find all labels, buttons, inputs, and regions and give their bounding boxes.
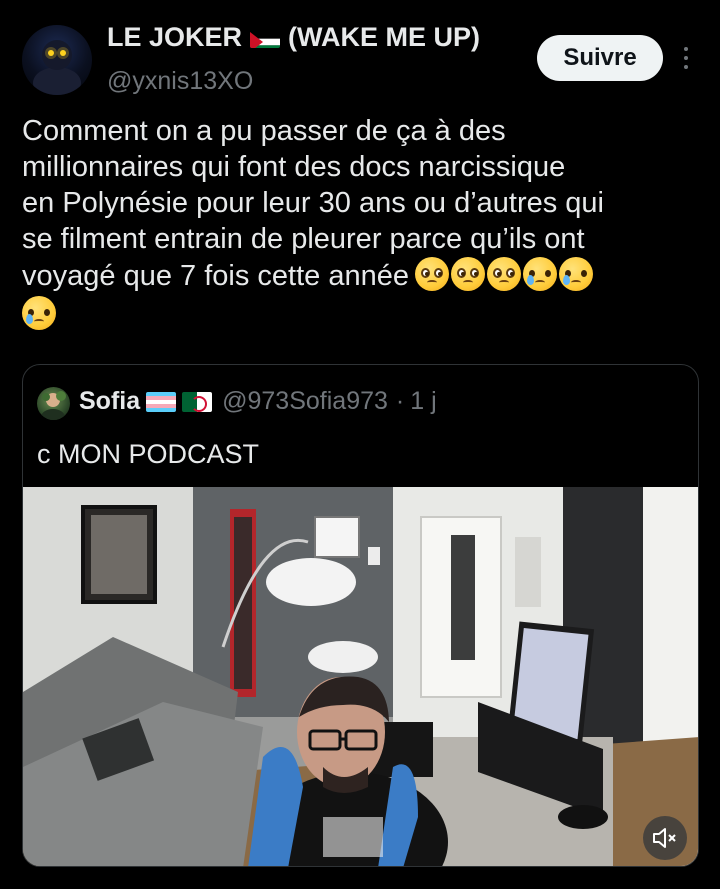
- quoted-author: Sofia @973Sofia973 · 1 j: [79, 387, 437, 416]
- follow-button[interactable]: Suivre: [537, 35, 663, 81]
- quoted-post-text: c MON PODCAST: [37, 439, 260, 469]
- algeria-flag-icon: [182, 391, 213, 412]
- post-line-emojis: voyagé que 7 fois cette année: [22, 257, 702, 294]
- pleading-face-icon: [486, 257, 521, 291]
- tweet-view: LE JOKER (WAKE ME UP) @yxnis13XO Suivre …: [0, 0, 720, 889]
- quoted-author-avatar: [37, 387, 70, 420]
- author-handle[interactable]: @yxnis13XO: [107, 67, 253, 96]
- post-line: millionnaires qui font des docs narcissi…: [22, 151, 566, 183]
- post-line-emoji-only: [22, 296, 702, 339]
- transgender-flag-icon: [146, 391, 177, 412]
- emoji-row: [414, 257, 593, 291]
- author-name-text: LE JOKER: [107, 22, 243, 52]
- palestine-flag-icon: [250, 28, 281, 48]
- quoted-author-handle: @973Sofia973: [222, 387, 388, 415]
- post-line: voyagé que 7 fois cette année: [22, 260, 409, 292]
- speaker-muted-icon: [653, 828, 676, 848]
- more-options-icon[interactable]: [676, 42, 696, 74]
- mute-button[interactable]: [643, 816, 687, 860]
- post-line: Comment on a pu passer de ça à des: [22, 115, 506, 147]
- crying-face-icon: [522, 257, 557, 291]
- pleading-face-icon: [414, 257, 449, 291]
- author-name[interactable]: LE JOKER (WAKE ME UP): [107, 22, 480, 53]
- post-line: se filment entrain de pleurer parce qu’i…: [22, 223, 585, 255]
- quoted-author-name: Sofia: [79, 387, 141, 415]
- meta-separator: ·: [395, 387, 405, 415]
- video-player[interactable]: [23, 487, 698, 866]
- quoted-post-time: 1 j: [410, 387, 437, 415]
- post-text: Comment on a pu passer de ça à des milli…: [22, 113, 702, 339]
- post-line: en Polynésie pour leur 30 ans ou d’autre…: [22, 187, 604, 219]
- author-avatar[interactable]: [22, 25, 92, 95]
- quoted-post[interactable]: Sofia @973Sofia973 · 1 j c MON PODCAST: [22, 364, 699, 867]
- pleading-face-icon: [450, 257, 485, 291]
- crying-face-icon: [22, 296, 56, 330]
- video-frame-scene: [23, 487, 698, 866]
- crying-face-icon: [558, 257, 593, 291]
- author-name-suffix: (WAKE ME UP): [288, 22, 481, 52]
